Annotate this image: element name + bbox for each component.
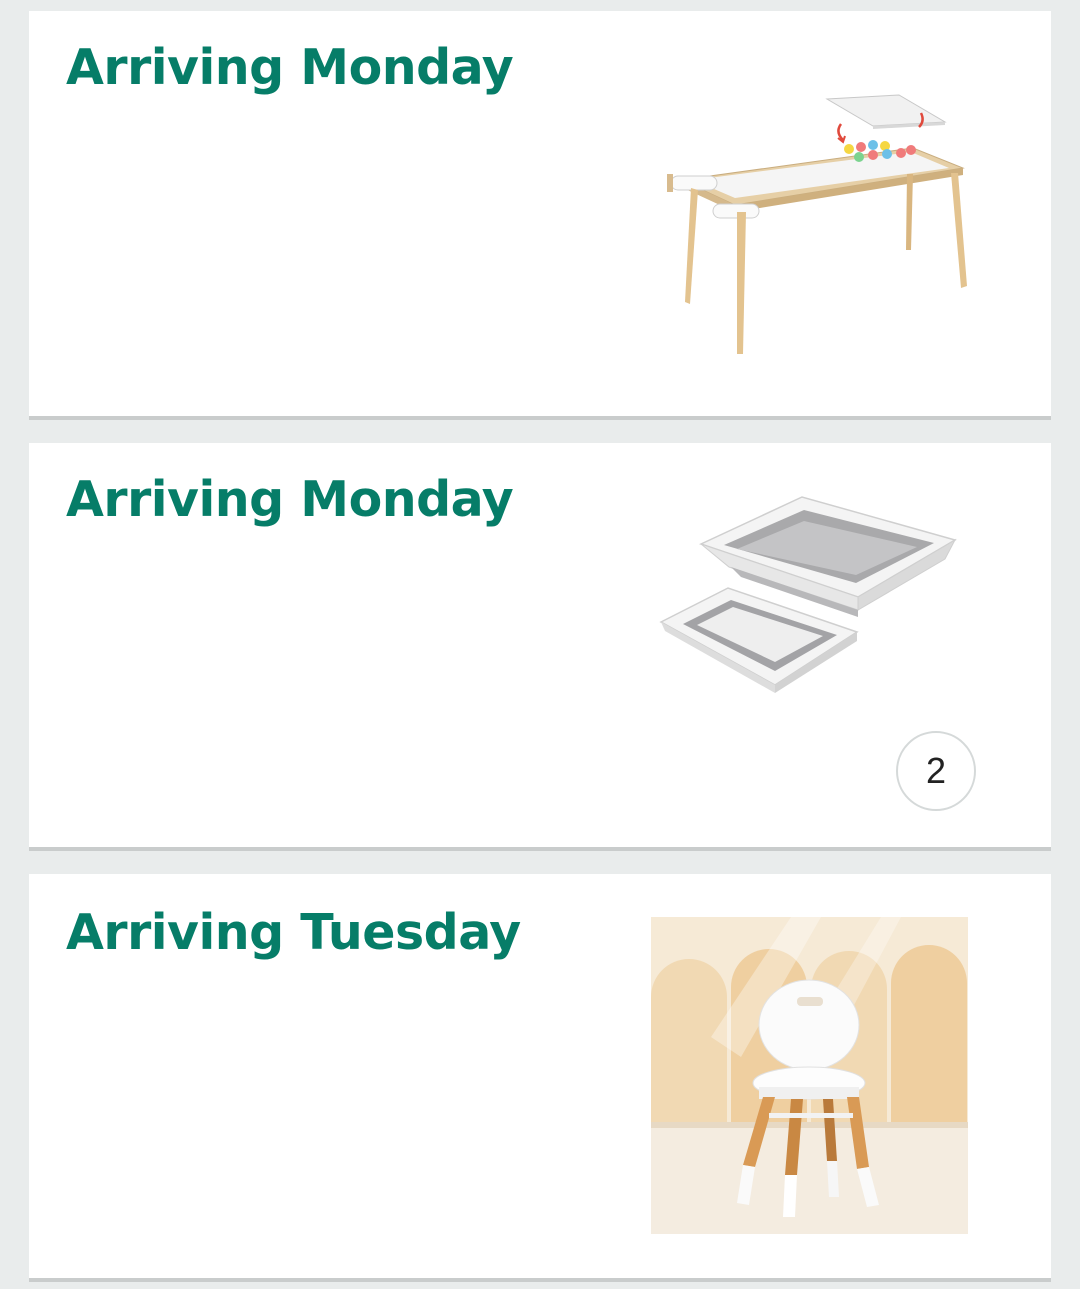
- kids-chair-image: [651, 917, 968, 1234]
- order-card[interactable]: Arriving Monday: [29, 11, 1051, 420]
- quantity-badge: 2: [896, 731, 976, 811]
- arrival-status: Arriving Tuesday: [66, 904, 521, 961]
- product-image[interactable]: [651, 917, 968, 1234]
- product-image[interactable]: [651, 54, 968, 371]
- order-card[interactable]: Arriving Monday 2: [29, 443, 1051, 851]
- order-card[interactable]: Arriving Tuesday: [29, 874, 1051, 1282]
- order-list: Arriving Monday Arriving Monday 2 Arrivi…: [0, 0, 1080, 1289]
- activity-table-image: [667, 94, 967, 354]
- arrival-status: Arriving Monday: [66, 471, 514, 528]
- arrival-status: Arriving Monday: [66, 39, 514, 96]
